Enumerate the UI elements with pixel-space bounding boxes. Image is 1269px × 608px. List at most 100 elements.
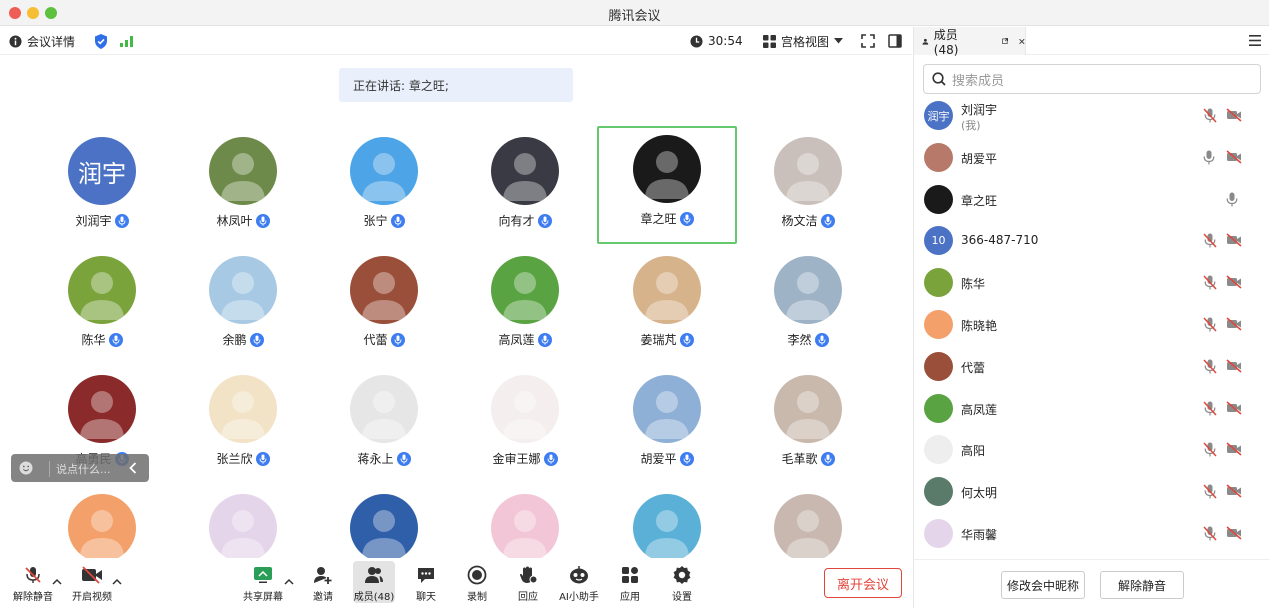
rename-button[interactable]: 修改会中昵称 [1001,571,1085,599]
participant-name: 姜瑞芃 [640,333,677,347]
camera-off-icon[interactable] [1226,317,1242,334]
reaction-button[interactable]: 回应 [503,564,553,603]
share-options-chevron-icon[interactable] [284,578,294,585]
camera-off-icon[interactable] [1226,484,1242,501]
mic-icon[interactable] [1226,192,1238,210]
participant-tile[interactable]: 代蕾 [314,247,454,365]
member-row[interactable]: 高阳 [914,428,1269,470]
network-quality-indicator[interactable] [120,27,134,55]
camera-off-icon[interactable] [1226,150,1242,167]
member-row[interactable]: 润宇 刘润宇 (我) [914,94,1269,136]
participant-name: 张宁 [363,214,388,228]
video-options-chevron-icon[interactable] [112,578,122,585]
participant-tile[interactable]: 林凤叶 [173,128,313,246]
leave-meeting-button[interactable]: 离开会议 [824,568,902,598]
speaking-indicator: 正在讲话: 章之旺; [339,68,573,102]
mic-muted-icon[interactable] [1203,233,1217,251]
ai-assistant-button[interactable]: AI小助手 [554,564,604,603]
mic-muted-icon[interactable] [1203,526,1217,544]
mic-muted-icon[interactable] [1203,275,1217,293]
settings-button[interactable]: 设置 [657,564,707,603]
share-screen-button[interactable]: 共享屏幕 [238,564,288,603]
mic-icon[interactable] [1203,150,1215,168]
member-row[interactable]: 代蕾 [914,345,1269,387]
participant-tile[interactable]: 向有才 [455,128,595,246]
chat-button[interactable]: 聊天 [401,564,451,603]
member-avatar [924,477,953,507]
member-row[interactable]: 陈华 [914,261,1269,303]
member-row[interactable]: 何太明 [914,470,1269,512]
mic-muted-icon[interactable] [1203,108,1217,126]
unmute-button[interactable]: 解除静音 [8,564,58,603]
invite-button[interactable]: 邀请 [298,564,348,603]
start-video-button[interactable]: 开启视频 [67,564,117,603]
camera-off-icon[interactable] [1226,275,1242,292]
member-search-field[interactable]: 搜索成员 [923,64,1261,94]
mic-muted-icon[interactable] [1203,359,1217,377]
tab-members[interactable]: 成员(48) [914,27,1026,57]
member-avatar [924,351,953,381]
security-shield-button[interactable] [94,27,108,55]
tab-members-label: 成员(48) [933,27,959,57]
mic-muted-icon[interactable] [1203,401,1217,419]
close-icon[interactable] [1019,36,1025,47]
avatar-photo-placeholder [80,510,124,558]
fullscreen-button[interactable] [861,27,875,55]
participant-tile[interactable]: 张兰欣 [173,366,313,484]
info-icon [9,34,22,48]
member-row[interactable]: 10 366-487-710 [914,219,1269,261]
quick-chat-input[interactable]: 说点什么... [49,461,111,477]
member-row[interactable]: 高凤莲 [914,387,1269,429]
participant-tile[interactable]: 胡爱平 [597,366,737,484]
camera-off-icon[interactable] [1226,108,1242,125]
participant-tile[interactable]: 章之旺 [597,126,737,244]
member-row[interactable]: 胡爱平 [914,136,1269,178]
unmute-self-button[interactable]: 解除静音 [1100,571,1184,599]
participant-tile[interactable]: 高凤莲 [455,247,595,365]
collapse-chevron-icon[interactable] [129,462,137,474]
member-row[interactable]: 华雨馨 [914,512,1269,554]
member-self-tag: (我) [961,119,981,132]
participant-tile[interactable]: 张宁 [314,128,454,246]
popout-icon[interactable] [1002,35,1009,47]
participant-tile[interactable]: 润宇 刘润宇 [32,128,172,246]
camera-off-icon[interactable] [1226,526,1242,543]
participant-tile[interactable]: 蒋永上 [314,366,454,484]
mic-muted-icon[interactable] [1203,317,1217,335]
menu-icon[interactable] [1249,35,1261,46]
member-name: 华雨馨 [961,528,998,542]
camera-off-icon[interactable] [1226,442,1242,459]
camera-off-icon[interactable] [1226,359,1242,376]
mic-muted-icon[interactable] [1203,442,1217,460]
record-button[interactable]: 录制 [452,564,502,603]
audio-options-chevron-icon[interactable] [52,578,62,585]
apps-button[interactable]: 应用 [605,564,655,603]
members-button[interactable]: 成员(48) [353,561,395,603]
participant-tile[interactable]: 陈华 [32,247,172,365]
participant-tile[interactable]: 毛革歌 [738,366,878,484]
participant-name-row: 高凤莲 [455,331,595,348]
participant-name-row: 胡爱平 [597,450,737,467]
camera-off-icon[interactable] [1226,233,1242,250]
meeting-details-button[interactable]: 会议详情 [9,27,75,55]
participant-tile[interactable]: 李然 [738,247,878,365]
member-row[interactable]: 章之旺 [914,178,1269,220]
toggle-sidebar-button[interactable] [888,27,902,55]
participant-tile[interactable]: 杨文洁 [738,128,878,246]
camera-off-icon[interactable] [1226,401,1242,418]
view-mode-dropdown[interactable]: 宫格视图 [763,27,844,55]
member-name: 何太明 [961,486,998,501]
avatar-photo-placeholder [221,391,265,439]
member-name: 366-487-710 [961,233,1039,248]
member-avatar [924,519,953,548]
mic-status-icon [543,451,558,466]
participant-tile[interactable]: 余鹏 [173,247,313,365]
member-avatar [924,268,953,298]
mic-muted-icon[interactable] [1203,484,1217,502]
participant-tile[interactable]: 姜瑞芃 [597,247,737,365]
emoji-icon[interactable] [19,461,33,475]
quick-chat-bar[interactable]: 说点什么... [11,454,149,482]
participant-tile[interactable]: 金审王娜 [455,366,595,484]
member-name: 代蕾 [961,360,986,375]
member-row[interactable]: 陈晓艳 [914,303,1269,345]
